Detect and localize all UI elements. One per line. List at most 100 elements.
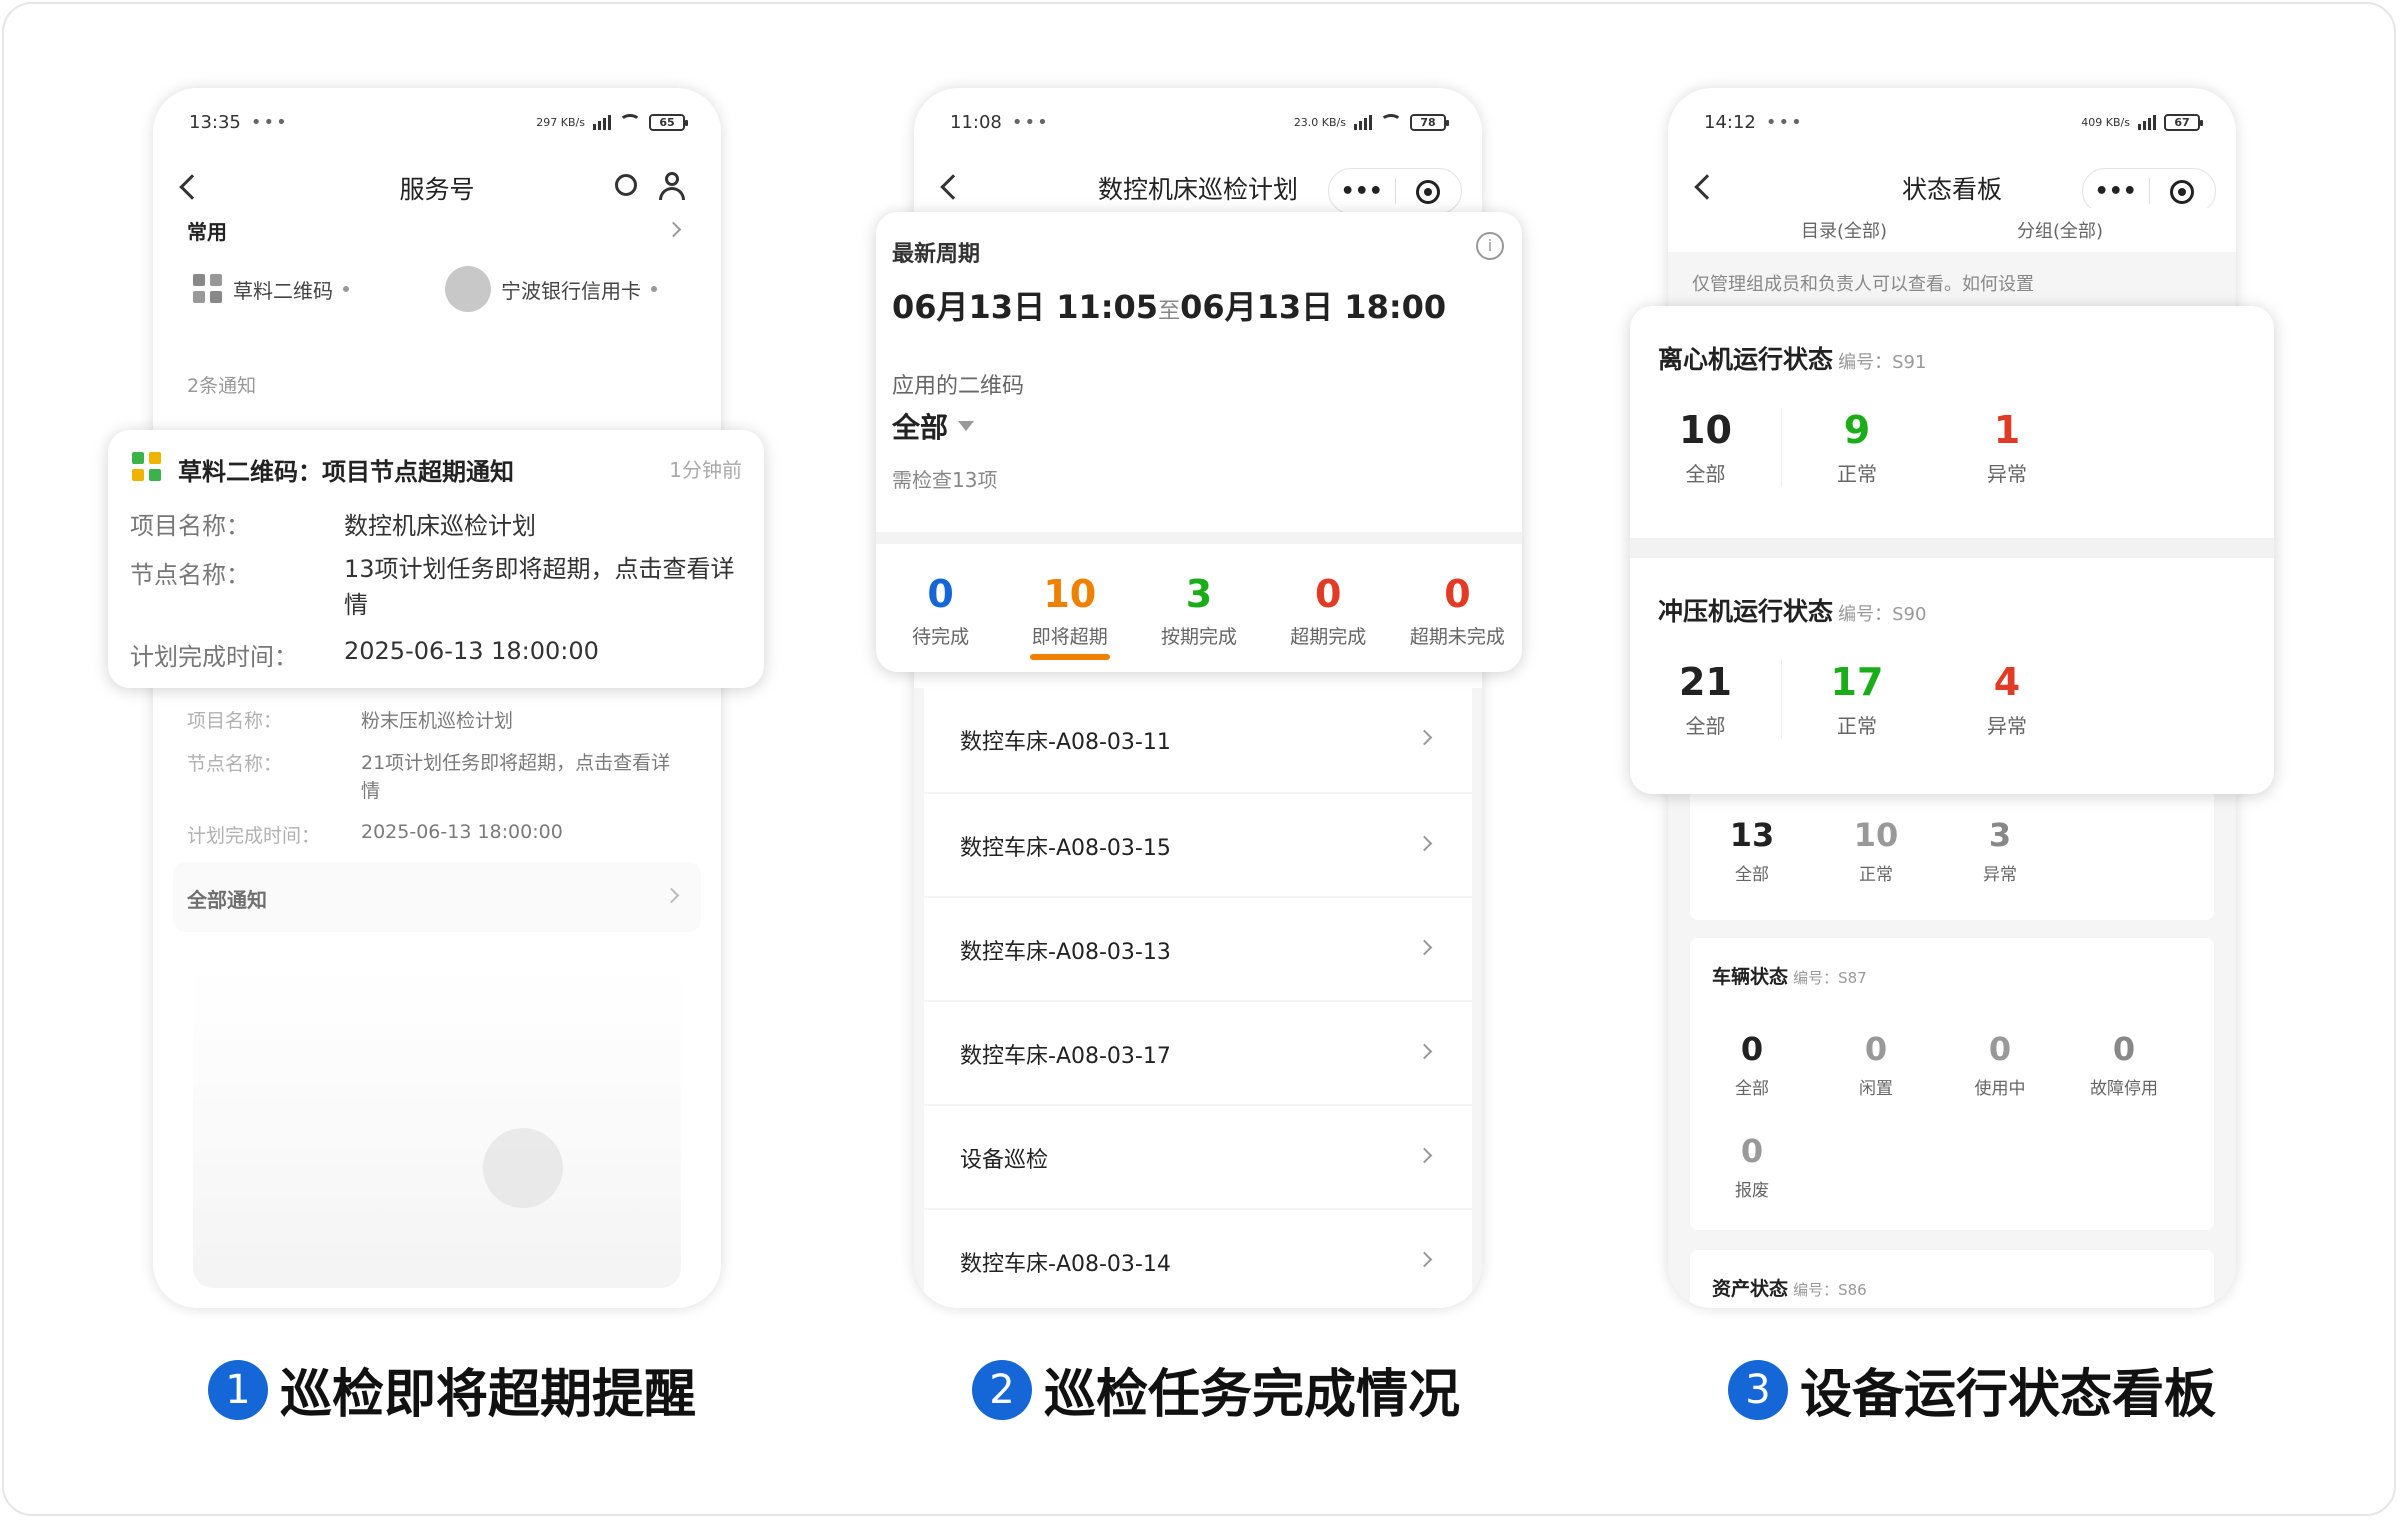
- row-value: 2025-06-13 18:00:00: [344, 637, 599, 665]
- filter-group[interactable]: 分组(全部): [2017, 217, 2103, 243]
- phone-service-account: 13:35 ••• 297 KB/s 65 服务号 常用 草料二维码 宁波银行信…: [153, 88, 721, 1308]
- step-number: 1: [208, 1359, 268, 1420]
- net-speed: 297 KB/s: [536, 115, 585, 129]
- chevron-right-icon: [1416, 835, 1433, 852]
- more-icon[interactable]: •••: [1329, 179, 1395, 204]
- close-target-icon[interactable]: [2150, 179, 2216, 204]
- chevron-right-icon: [1416, 729, 1433, 746]
- row-label: 计划完成时间：: [130, 643, 298, 671]
- stat-due-soon[interactable]: 10 即将超期: [1005, 552, 1134, 672]
- card-code: 编号：S90: [1838, 604, 1927, 625]
- list-item[interactable]: 设备巡检: [924, 1106, 1472, 1208]
- row-label: 节点名称：: [130, 561, 250, 589]
- status-time: 14:12: [1704, 111, 1756, 133]
- net-speed: 409 KB/s: [2081, 115, 2130, 129]
- popup-body: 项目名称： 数控机床巡检计划 节点名称： 13项计划任务即将超期，点击查看详情 计划…: [130, 506, 750, 672]
- wifi-icon: [619, 114, 641, 130]
- stat-on-time[interactable]: 3 按期完成: [1134, 552, 1263, 672]
- cycle-label: 最新周期: [892, 242, 981, 267]
- card-code: 编号：S87: [1793, 969, 1867, 987]
- qr-logo-icon: [132, 452, 162, 482]
- bank-logo-icon: [445, 266, 491, 312]
- more-icon[interactable]: •••: [2083, 179, 2149, 204]
- status-bar: 11:08 ••• 23.0 KB/s 78: [950, 100, 1449, 144]
- list-item[interactable]: 数控车床-A08-03-14: [924, 1210, 1472, 1308]
- row-value: 13项计划任务即将超期，点击查看详情: [344, 555, 735, 619]
- more-status-icon: •••: [250, 111, 289, 133]
- caption-text: 巡检任务完成情况: [1044, 1365, 1461, 1425]
- caption-text: 巡检即将超期提醒: [280, 1365, 697, 1425]
- cycle-card: 最新周期 i 06月13日 11:05至06月13日 18:00 应用的二维码 …: [876, 212, 1522, 672]
- back-icon[interactable]: [1694, 174, 1720, 200]
- list-item[interactable]: 数控车床-A08-03-11: [924, 688, 1472, 792]
- cycle-range: 06月13日 11:05至06月13日 18:00: [892, 288, 1447, 326]
- back-icon[interactable]: [940, 174, 966, 200]
- wifi-icon: [1380, 114, 1402, 130]
- more-status-icon: •••: [1011, 111, 1050, 133]
- page-title: 状态看板: [1901, 175, 2002, 204]
- caption-1: 1 巡检即将超期提醒: [208, 1352, 696, 1427]
- card-title: 资产状态: [1712, 1278, 1789, 1300]
- row-label: 项目名称：: [130, 512, 250, 540]
- card-code: 编号：S86: [1793, 1281, 1867, 1299]
- chevron-right-icon: [1416, 1147, 1433, 1164]
- caption-text: 设备运行状态看板: [1800, 1365, 2217, 1425]
- qr-select[interactable]: 全部: [892, 406, 975, 446]
- nav-bar: 服务号: [153, 148, 721, 228]
- notification-popup[interactable]: 草料二维码：项目节点超期通知 1分钟前 项目名称： 数控机床巡检计划 节点名称： 1…: [108, 430, 764, 688]
- info-icon[interactable]: i: [1476, 232, 1504, 260]
- card-title: 车辆状态: [1712, 966, 1789, 988]
- signal-icon: [593, 114, 611, 130]
- page-title: 服务号: [399, 175, 475, 204]
- net-speed: 23.0 KB/s: [1293, 115, 1346, 129]
- close-target-icon[interactable]: [1396, 179, 1462, 204]
- status-time: 11:08: [950, 111, 1002, 133]
- stats-row: 0 待完成 10 即将超期 3 按期完成 0 超期完成 0 超期未完成: [876, 552, 1522, 672]
- qr-label: 应用的二维码: [892, 374, 1025, 399]
- list-item[interactable]: 数控车床-A08-03-13: [924, 898, 1472, 1000]
- section-common: 常用: [187, 220, 227, 244]
- stat-overdue-done[interactable]: 0 超期完成: [1264, 552, 1393, 672]
- card-code: 编号：S91: [1838, 352, 1927, 373]
- qr-logo-icon: [193, 274, 223, 304]
- status-card-centrifuge[interactable]: 离心机运行状态 编号：S91 10 全部 9 正常 1 异常: [1630, 306, 2274, 538]
- popup-time: 1分钟前: [669, 458, 742, 482]
- status-time: 13:35: [189, 111, 241, 133]
- caption-3: 3 设备运行状态看板: [1728, 1352, 2216, 1427]
- shortcut-label: 宁波银行信用卡: [501, 278, 641, 303]
- status-bar: 13:35 ••• 297 KB/s 65: [189, 100, 688, 144]
- list-item[interactable]: 数控车床-A08-03-17: [924, 1002, 1472, 1104]
- page-title: 数控机床巡检计划: [1097, 175, 1298, 204]
- notice-count: 2条通知: [187, 375, 257, 397]
- filter-catalog[interactable]: 目录(全部): [1801, 217, 1887, 243]
- active-indicator: [1029, 654, 1110, 660]
- status-bar: 14:12 ••• 409 KB/s 67: [1704, 100, 2203, 144]
- status-card-vehicle[interactable]: 车辆状态 编号：S87 0 全部 0 闲置 0 使用中 0 故障停用 0 报废: [1690, 938, 2214, 1230]
- status-card-asset[interactable]: 资产状态 编号：S86: [1690, 1250, 2214, 1308]
- caption-2: 2 巡检任务完成情况: [972, 1352, 1460, 1427]
- step-number: 3: [1728, 1359, 1788, 1420]
- card-title: 冲压机运行状态: [1658, 597, 1834, 626]
- stat-pending[interactable]: 0 待完成: [876, 552, 1005, 672]
- list-item[interactable]: 数控车床-A08-03-15: [924, 794, 1472, 896]
- step-number: 2: [972, 1359, 1032, 1420]
- back-icon[interactable]: [179, 174, 205, 200]
- device-list: 数控车床-A08-03-11 数控车床-A08-03-15 数控车床-A08-0…: [924, 688, 1472, 1308]
- stat-overdue-undone[interactable]: 0 超期未完成: [1393, 552, 1522, 672]
- shortcut-bank[interactable]: 宁波银行信用卡: [445, 266, 657, 312]
- chevron-right-icon: [1416, 1043, 1433, 1060]
- user-icon[interactable]: [659, 172, 685, 200]
- status-popup: 离心机运行状态 编号：S91 10 全部 9 正常 1 异常 冲压机运行状态 编号：S…: [1630, 306, 2274, 794]
- permission-tip[interactable]: 仅管理组成员和负责人可以查看。如何设置: [1692, 270, 2034, 296]
- status-card-3[interactable]: 13 全部 10 正常 3 异常: [1690, 788, 2214, 920]
- more-status-icon: •••: [1765, 111, 1804, 133]
- battery-icon: 67: [2164, 113, 2203, 131]
- search-icon[interactable]: [615, 174, 637, 196]
- shortcut-qr[interactable]: 草料二维码: [193, 274, 349, 304]
- caret-down-icon: [958, 421, 975, 431]
- check-count: 需检查13项: [892, 468, 998, 492]
- battery-icon: 78: [1410, 113, 1449, 131]
- chevron-right-icon: [1416, 939, 1433, 956]
- status-card-press[interactable]: 冲压机运行状态 编号：S90 21 全部 17 正常 4 异常: [1630, 558, 2274, 794]
- signal-icon: [2138, 114, 2156, 130]
